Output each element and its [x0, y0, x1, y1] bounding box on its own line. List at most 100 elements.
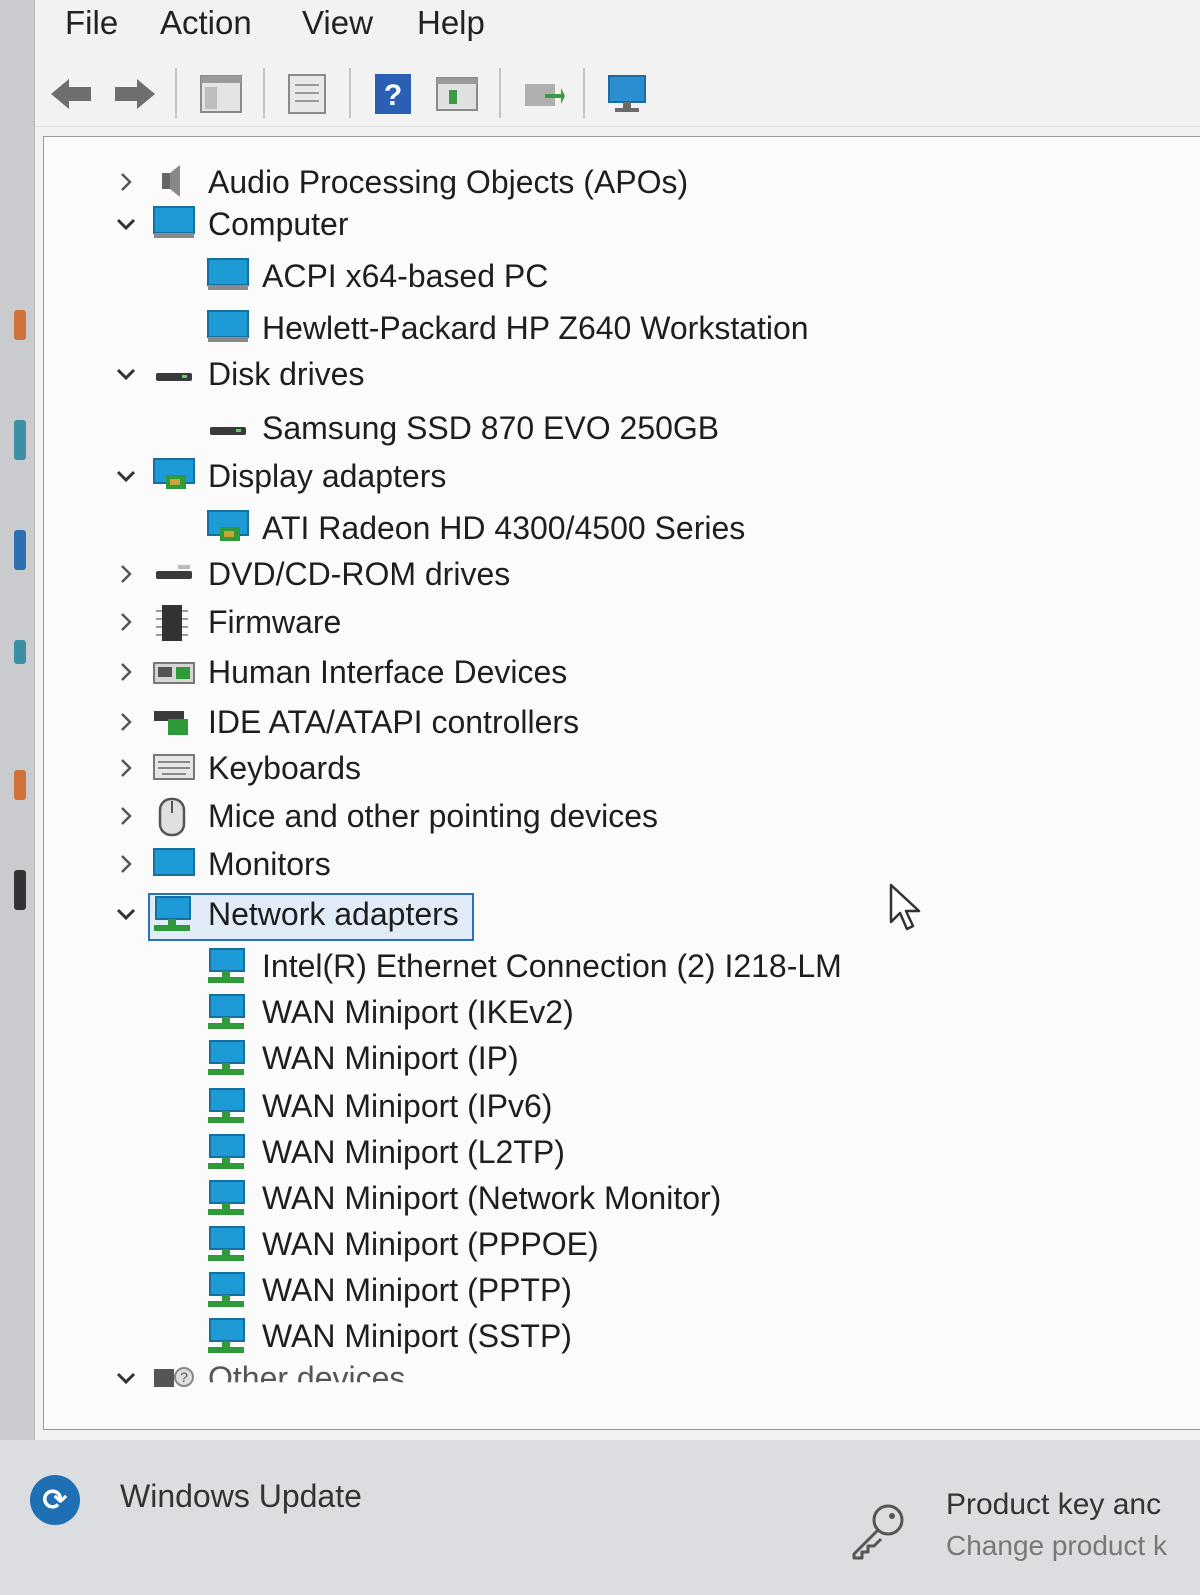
menu-bar: File Action View Help: [35, 0, 1200, 52]
tree-item-label: WAN Miniport (IPv6): [262, 1088, 553, 1124]
network-icon: [206, 1317, 246, 1353]
mouse-cursor-icon: [888, 882, 924, 934]
chevron-right-icon[interactable]: [114, 710, 138, 734]
svg-text:?: ?: [180, 1369, 188, 1385]
network-icon: [206, 1087, 246, 1123]
properties-icon[interactable]: [285, 72, 329, 116]
tree-device-row[interactable]: WAN Miniport (SSTP): [44, 1313, 1194, 1359]
show-hide-console-tree-icon[interactable]: [199, 72, 243, 116]
menu-file[interactable]: File: [65, 4, 118, 42]
network-icon: [206, 1179, 246, 1215]
audio-icon: [152, 163, 192, 199]
tree-device-row[interactable]: Hewlett-Packard HP Z640 Workstation: [44, 305, 1194, 351]
dvd-drive-icon: [152, 555, 192, 591]
computer-icon: [206, 257, 249, 293]
tree-item-label: WAN Miniport (L2TP): [262, 1134, 565, 1170]
tree-category-row[interactable]: Network adapters: [44, 891, 1194, 937]
tree-category-row[interactable]: Firmware: [44, 599, 1194, 645]
chevron-right-icon[interactable]: [114, 852, 138, 876]
tree-item-label: Other devices: [208, 1360, 406, 1396]
tree-item-label: Firmware: [208, 604, 342, 640]
tree-category-row[interactable]: Human Interface Devices: [44, 649, 1194, 695]
menu-help[interactable]: Help: [417, 4, 485, 42]
tree-device-row[interactable]: WAN Miniport (PPTP): [44, 1267, 1194, 1313]
tree-item-label: WAN Miniport (IKEv2): [262, 994, 574, 1030]
network-icon: [152, 895, 192, 931]
unknown-device-icon: ?: [152, 1359, 194, 1395]
svg-text:?: ?: [384, 79, 402, 112]
chevron-right-icon[interactable]: [114, 562, 138, 586]
tree-device-row[interactable]: ACPI x64-based PC: [44, 253, 1194, 299]
tree-device-row[interactable]: WAN Miniport (IP): [44, 1035, 1194, 1081]
menu-view[interactable]: View: [302, 4, 373, 42]
ide-controller-icon: [152, 703, 192, 739]
tree-category-row[interactable]: Mice and other pointing devices: [44, 793, 1194, 839]
toolbar-separator: [499, 68, 501, 118]
menu-action[interactable]: Action: [160, 4, 252, 42]
network-icon: [206, 1133, 246, 1169]
display-adapter-icon: [152, 457, 195, 493]
windows-update-link[interactable]: Windows Update: [120, 1478, 362, 1515]
tree-device-row[interactable]: WAN Miniport (IPv6): [44, 1083, 1194, 1129]
network-icon: [206, 993, 246, 1029]
tree-category-row[interactable]: ? Other devices: [44, 1355, 1194, 1401]
tree-item-label: WAN Miniport (Network Monitor): [262, 1180, 722, 1216]
chevron-right-icon[interactable]: [114, 804, 138, 828]
tree-item-label: Keyboards: [208, 750, 361, 786]
chevron-right-icon[interactable]: [114, 660, 138, 684]
scan-hardware-icon[interactable]: [605, 72, 649, 116]
tree-item-label: IDE ATA/ATAPI controllers: [208, 704, 580, 740]
chevron-down-icon[interactable]: [114, 902, 138, 926]
tree-device-row[interactable]: WAN Miniport (L2TP): [44, 1129, 1194, 1175]
desktop-mark: [14, 770, 26, 800]
desktop-mark: [14, 420, 26, 460]
product-key-title[interactable]: Product key anc: [946, 1488, 1161, 1522]
monitor-icon: [152, 845, 195, 881]
desktop-mark: [14, 640, 26, 664]
chevron-down-icon[interactable]: [114, 464, 138, 488]
network-icon: [206, 1225, 246, 1261]
tree-item-label: Samsung SSD 870 EVO 250GB: [262, 410, 720, 446]
tree-device-row[interactable]: WAN Miniport (IKEv2): [44, 989, 1194, 1035]
tree-device-row[interactable]: Samsung SSD 870 EVO 250GB: [44, 405, 1194, 451]
tree-category-row[interactable]: DVD/CD-ROM drives: [44, 551, 1194, 597]
tree-category-row[interactable]: Display adapters: [44, 453, 1194, 499]
chevron-down-icon[interactable]: [114, 212, 138, 236]
tree-item-label: WAN Miniport (PPPOE): [262, 1226, 599, 1262]
forward-icon[interactable]: [113, 72, 157, 116]
tree-item-label: Intel(R) Ethernet Connection (2) I218-LM: [262, 948, 842, 984]
chevron-right-icon[interactable]: [114, 756, 138, 780]
back-icon[interactable]: [49, 72, 93, 116]
tree-device-row[interactable]: WAN Miniport (Network Monitor): [44, 1175, 1194, 1221]
tree-category-row[interactable]: IDE ATA/ATAPI controllers: [44, 699, 1194, 745]
toolbar-separator: [175, 68, 177, 118]
tree-item-label: Human Interface Devices: [208, 654, 568, 690]
product-key-subtitle[interactable]: Change product k: [946, 1530, 1167, 1562]
windows-update-icon[interactable]: ⟳: [30, 1475, 80, 1525]
tree-item-label: WAN Miniport (IP): [262, 1040, 519, 1076]
tree-category-row[interactable]: Monitors: [44, 841, 1194, 887]
device-manager-window: File Action View Help ? Audio Processing…: [34, 0, 1200, 1445]
view-icon[interactable]: [435, 72, 479, 116]
tree-category-row[interactable]: Disk drives: [44, 351, 1194, 397]
disk-icon: [152, 355, 192, 391]
keyboard-icon: [152, 749, 195, 785]
tree-item-label: Mice and other pointing devices: [208, 798, 659, 834]
chevron-down-icon[interactable]: [114, 362, 138, 386]
chevron-right-icon[interactable]: [114, 170, 138, 194]
toolbar: ?: [35, 56, 1200, 127]
tree-category-row[interactable]: Audio Processing Objects (APOs): [44, 159, 1194, 205]
tree-category-row[interactable]: Keyboards: [44, 745, 1194, 791]
tree-item-label: Monitors: [208, 846, 331, 882]
tree-device-row[interactable]: ATI Radeon HD 4300/4500 Series: [44, 505, 1194, 551]
chevron-right-icon[interactable]: [114, 610, 138, 634]
tree-device-row[interactable]: WAN Miniport (PPPOE): [44, 1221, 1194, 1267]
update-driver-icon[interactable]: [521, 72, 565, 116]
help-icon[interactable]: ?: [371, 72, 415, 116]
chevron-down-icon[interactable]: [114, 1366, 138, 1390]
tree-item-label: WAN Miniport (SSTP): [262, 1318, 572, 1354]
tree-category-row[interactable]: Computer: [44, 201, 1194, 247]
key-icon: [848, 1500, 908, 1560]
tree-device-row[interactable]: Intel(R) Ethernet Connection (2) I218-LM: [44, 943, 1194, 989]
tree-item-label: ACPI x64-based PC: [262, 258, 549, 294]
